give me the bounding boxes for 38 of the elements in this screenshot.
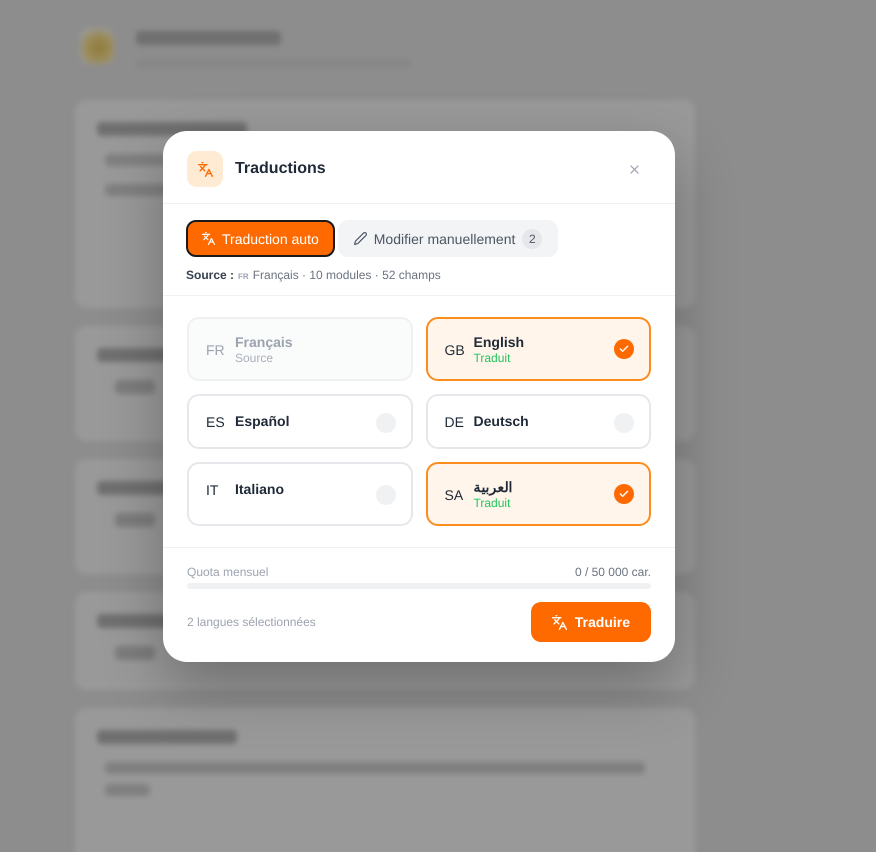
dialog-title: Traductions	[235, 160, 326, 178]
language-name: العربية	[474, 479, 512, 496]
language-name: Italiano	[235, 481, 284, 498]
language-option[interactable]: ES Español	[187, 394, 412, 449]
language-name: Deutsch	[474, 413, 529, 430]
blurred-text	[115, 646, 155, 660]
language-code: FR	[238, 272, 249, 281]
language-name: Español	[235, 413, 290, 430]
pencil-icon	[354, 232, 367, 245]
language-code: GB	[444, 341, 462, 358]
language-name: Français	[235, 334, 293, 351]
tab[interactable]: Modifier manuellement 2	[338, 220, 558, 257]
count-badge: 2	[522, 228, 542, 248]
source-label: Source :	[186, 268, 234, 282]
language-option[interactable]: IT Italiano	[187, 462, 412, 526]
language-code: ES	[206, 413, 223, 430]
selection-count: 2 langues sélectionnées	[187, 615, 316, 629]
language-code: DE	[444, 413, 462, 430]
quota-label: Quota mensuel	[187, 565, 268, 579]
status-label: Traduit	[474, 351, 510, 366]
blurred-text	[105, 784, 150, 796]
language-name: English	[474, 334, 524, 351]
status-label: Source	[235, 351, 274, 366]
translate-icon	[552, 614, 567, 630]
language-code: SA	[444, 486, 462, 503]
language-option[interactable]: DE Deutsch	[426, 394, 651, 449]
source-details: Français · 10 modules · 52 champs	[252, 268, 441, 282]
status-label: Traduit	[474, 496, 510, 511]
language-code: FR	[206, 341, 223, 358]
close-icon	[628, 162, 641, 176]
close-button[interactable]	[628, 162, 641, 176]
language-code: IT	[206, 481, 220, 498]
blurred-text	[115, 513, 155, 527]
translate-icon	[202, 232, 215, 245]
blurred-logo-icon	[80, 28, 114, 64]
translate-icon	[187, 151, 223, 187]
quota-reading: 0 / 50 000 car.	[574, 565, 651, 579]
blurred-text	[115, 380, 155, 394]
